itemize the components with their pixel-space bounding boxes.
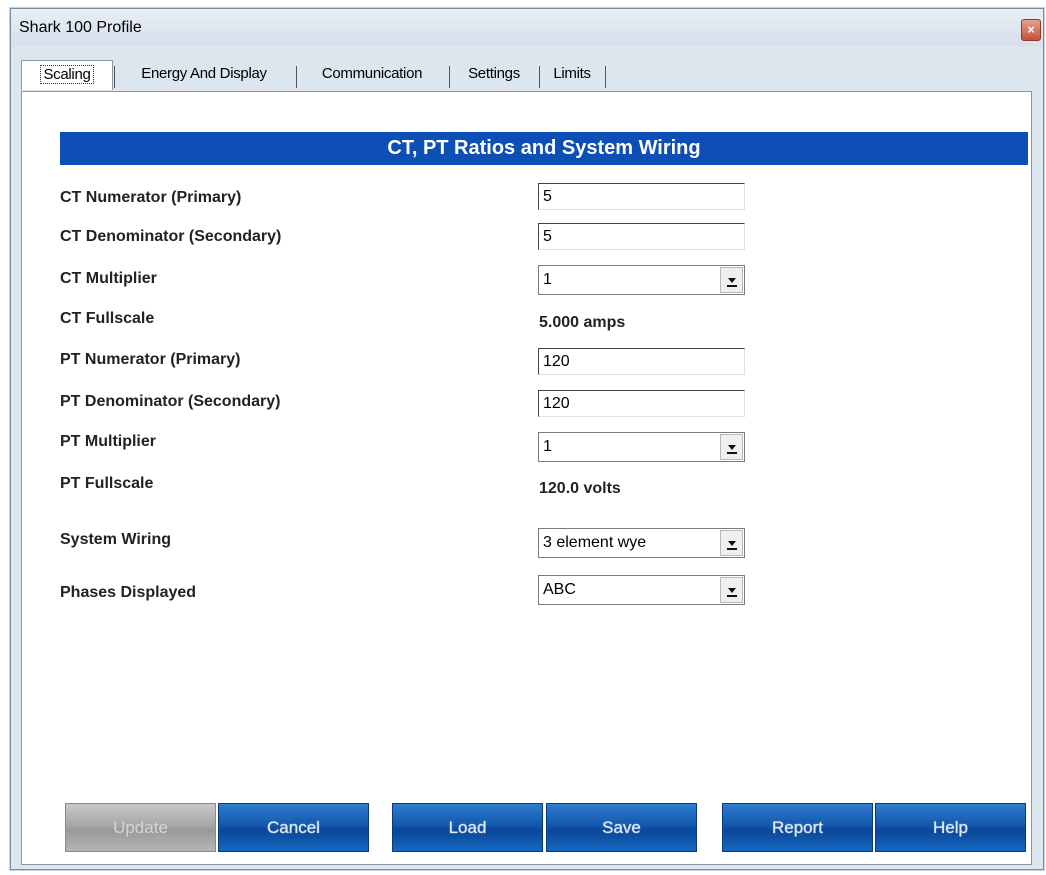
- tab-communication[interactable]: Communication: [302, 60, 442, 90]
- section-header: CT, PT Ratios and System Wiring: [60, 132, 1028, 165]
- help-button[interactable]: Help: [875, 803, 1026, 852]
- title-bar[interactable]: Shark 100 Profile ×: [11, 9, 1043, 46]
- ct-multiplier-label: CT Multiplier: [60, 270, 157, 287]
- pt-multiplier-select[interactable]: 1: [538, 432, 745, 462]
- close-icon[interactable]: ×: [1021, 19, 1041, 41]
- cancel-button[interactable]: Cancel: [218, 803, 369, 852]
- tab-separator: [296, 66, 297, 88]
- tab-energy-and-display[interactable]: Energy And Display: [119, 60, 289, 90]
- system-wiring-value: 3 element wye: [543, 534, 647, 551]
- ct-denominator-label: CT Denominator (Secondary): [60, 228, 282, 245]
- pt-numerator-label: PT Numerator (Primary): [60, 351, 241, 368]
- pt-fullscale-label: PT Fullscale: [60, 475, 154, 492]
- profile-window: Shark 100 Profile × Scaling Energy And D…: [10, 8, 1044, 870]
- system-wiring-label: System Wiring: [60, 531, 171, 548]
- chevron-down-icon[interactable]: [720, 530, 743, 556]
- tab-limits[interactable]: Limits: [544, 60, 600, 90]
- chevron-down-icon[interactable]: [720, 434, 743, 460]
- phases-displayed-select[interactable]: ABC: [538, 575, 745, 605]
- chevron-down-icon[interactable]: [720, 577, 743, 603]
- system-wiring-select[interactable]: 3 element wye: [538, 528, 745, 558]
- pt-denominator-label: PT Denominator (Secondary): [60, 393, 281, 410]
- pt-multiplier-value: 1: [543, 438, 552, 455]
- pt-fullscale-value: 120.0 volts: [539, 480, 621, 497]
- chevron-down-icon[interactable]: [720, 267, 743, 293]
- tab-separator: [605, 66, 606, 88]
- tab-separator: [539, 66, 540, 88]
- tab-separator: [449, 66, 450, 88]
- tab-scaling[interactable]: Scaling: [21, 60, 113, 90]
- ct-fullscale-label: CT Fullscale: [60, 310, 155, 327]
- window-title: Shark 100 Profile: [19, 19, 142, 36]
- tab-settings[interactable]: Settings: [455, 60, 533, 90]
- ct-multiplier-select[interactable]: 1: [538, 265, 745, 295]
- ct-numerator-label: CT Numerator (Primary): [60, 189, 242, 206]
- tab-scaling-label: Scaling: [40, 65, 94, 84]
- ct-denominator-input[interactable]: 5: [538, 223, 745, 250]
- save-button[interactable]: Save: [546, 803, 697, 852]
- phases-displayed-value: ABC: [543, 581, 576, 598]
- load-button[interactable]: Load: [392, 803, 543, 852]
- pt-multiplier-label: PT Multiplier: [60, 433, 156, 450]
- ct-fullscale-value: 5.000 amps: [539, 314, 626, 331]
- ct-numerator-input[interactable]: 5: [538, 183, 745, 210]
- update-button[interactable]: Update: [65, 803, 216, 852]
- ct-multiplier-value: 1: [543, 271, 552, 288]
- pt-denominator-input[interactable]: 120: [538, 390, 745, 417]
- pt-numerator-input[interactable]: 120: [538, 348, 745, 375]
- report-button[interactable]: Report: [722, 803, 873, 852]
- tab-separator: [114, 66, 115, 88]
- scaling-panel: CT, PT Ratios and System Wiring CT Numer…: [21, 91, 1032, 865]
- tab-bar: Scaling Energy And Display Communication…: [21, 60, 1033, 92]
- phases-displayed-label: Phases Displayed: [60, 584, 197, 601]
